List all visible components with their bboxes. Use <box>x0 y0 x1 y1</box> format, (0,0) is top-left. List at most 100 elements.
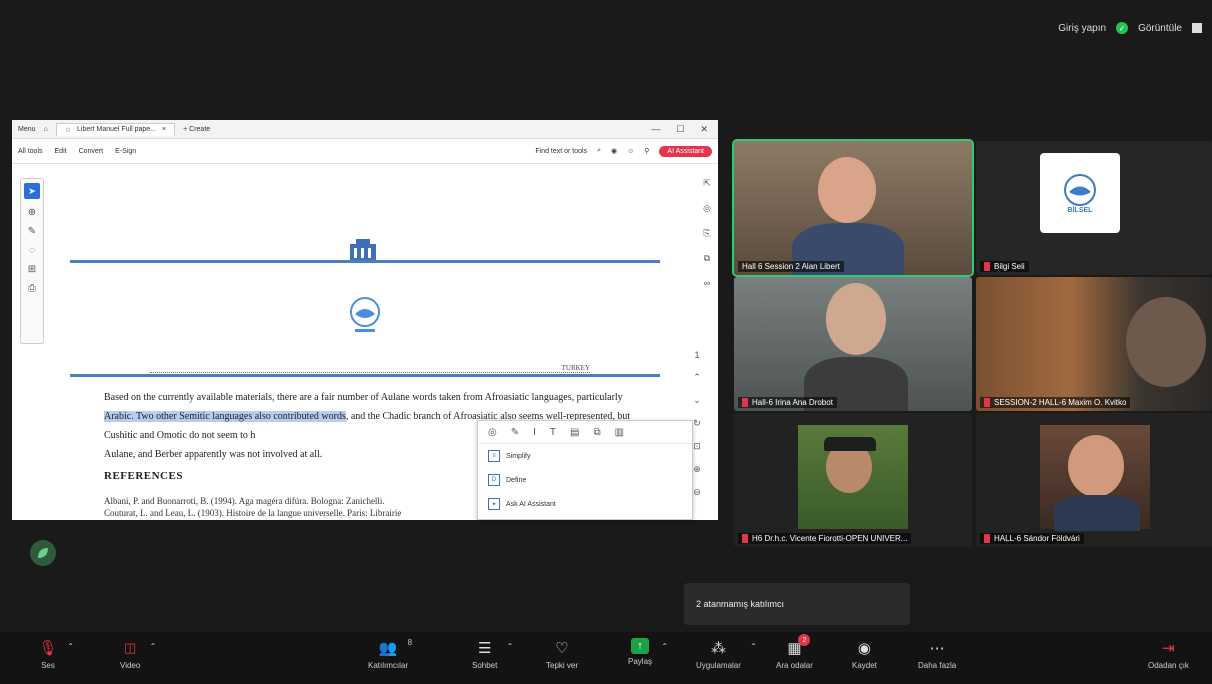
view-grid-icon[interactable] <box>1192 23 1202 33</box>
video-tile-maxim[interactable]: SESSION-2 HALL-6 Maxim O. Kvitko <box>976 277 1212 411</box>
page-up-icon[interactable]: ⌃ <box>693 372 701 383</box>
create-tab[interactable]: + Create <box>183 126 210 133</box>
mic-muted-icon <box>742 398 748 407</box>
ai-assistant-button[interactable]: AI Assistant <box>659 145 712 157</box>
window-close-icon[interactable]: ✕ <box>700 124 708 135</box>
video-label: Video <box>120 661 141 670</box>
window-controls: — ☐ ✕ <box>651 124 718 135</box>
view-icon[interactable]: ◉ <box>611 147 617 155</box>
apps-button[interactable]: ⁂ Uygulamalar ⌃ <box>696 638 757 670</box>
acrobat-menubar: All tools Edit Convert E-Sign Find text … <box>12 139 718 164</box>
popup-ask-ai[interactable]: ✦ Ask AI Assistant <box>478 492 692 516</box>
pages-icon[interactable]: ⎘ <box>703 228 710 239</box>
video-caret-icon[interactable]: ⌃ <box>150 642 157 651</box>
participants-button[interactable]: 👥 Katılımcılar 8 <box>368 638 412 670</box>
video-tile-vicente[interactable]: H6 Dr.h.c. Vicente Fiorotti-OPEN UNIVER.… <box>734 413 972 547</box>
shield-check-icon[interactable]: ✓ <box>1116 22 1129 34</box>
self-avatar[interactable] <box>30 540 56 566</box>
menu-all-tools[interactable]: All tools <box>18 148 43 155</box>
share-screen-icon: ↑ <box>631 638 649 654</box>
minimize-icon[interactable]: — <box>651 124 660 135</box>
comment-icon[interactable]: ☺ <box>627 148 634 155</box>
acrobat-tabbar: Menu ⌂ ☆ Libert Manuel Full pape... × + … <box>12 120 718 139</box>
mic-muted-icon <box>984 398 990 407</box>
zoom-out-icon[interactable]: ⊖ <box>693 487 701 498</box>
home-icon[interactable]: ⌂ <box>44 126 48 133</box>
right-toolbar: ⇱ ◎ ⎘ ⧉ ∞ <box>700 178 714 288</box>
note-icon[interactable]: ▥ <box>615 427 624 438</box>
maximize-icon[interactable]: ☐ <box>676 124 684 135</box>
leave-button[interactable]: ⇥ Odadan çık <box>1148 638 1189 670</box>
page-rule <box>70 374 660 377</box>
video-button[interactable]: ◫ Video ⌃ <box>120 638 156 670</box>
stamp-tool-icon[interactable]: ⎙ <box>28 283 36 294</box>
notification-text: 2 atanmamış katılımcı <box>696 599 785 609</box>
unassigned-notification[interactable]: 2 atanmamış katılımcı <box>684 583 910 625</box>
find-field[interactable]: Find text or tools <box>535 148 587 155</box>
menu-tab[interactable]: Menu <box>18 126 36 133</box>
page-down-icon[interactable]: ⌄ <box>693 395 701 406</box>
close-icon[interactable]: × <box>162 126 166 134</box>
mic-muted-icon <box>742 534 748 543</box>
video-tile-sandor[interactable]: HALL-6 Sándor Földvári <box>976 413 1212 547</box>
breakout-button[interactable]: ▦ 2 Ara odalar <box>776 634 813 670</box>
zoom-tool-icon[interactable]: ⊕ <box>28 207 36 218</box>
text-cursor-icon[interactable]: I <box>533 427 536 438</box>
text-selection-popup: ◎ ✎ I T ▤ ⧉ ▥ ≡ Simplify D Define ✦ Ask AI … <box>477 420 693 520</box>
participants-icon: 👥 <box>378 640 398 657</box>
participant-name: H6 Dr.h.c. Vicente Fiorotti-OPEN UNIVER.… <box>738 533 912 544</box>
chat-caret-icon[interactable]: ⌃ <box>507 642 514 651</box>
mic-muted-icon <box>984 262 990 271</box>
share-button[interactable]: ↑ Paylaş ⌃ <box>628 638 668 666</box>
more-button[interactable]: ⋯ Daha fazla <box>918 638 956 670</box>
pen-tool-icon[interactable]: ✎ <box>28 226 36 237</box>
menu-esign[interactable]: E-Sign <box>115 148 136 155</box>
zoom-in-icon[interactable]: ⊕ <box>693 464 701 475</box>
view-label[interactable]: Görüntüle <box>1138 23 1182 34</box>
highlight-icon[interactable]: ▤ <box>570 427 579 438</box>
popup-simplify-label: Simplify <box>506 452 531 460</box>
react-button[interactable]: ♡ Tepki ver <box>546 638 578 670</box>
comment-pane-icon[interactable]: ◎ <box>703 203 711 214</box>
bilsel-globe-icon <box>1064 173 1096 206</box>
menu-convert[interactable]: Convert <box>79 148 104 155</box>
participant-face <box>818 157 876 223</box>
record-icon: ◉ <box>857 640 871 657</box>
menu-edit[interactable]: Edit <box>55 148 67 155</box>
search-icon[interactable]: ⌕ <box>597 147 601 155</box>
share-caret-icon[interactable]: ⌃ <box>661 642 668 651</box>
lasso-tool-icon[interactable]: ◌ <box>29 245 35 256</box>
select-tool-icon[interactable]: ➤ <box>24 183 40 199</box>
export-icon[interactable]: ⇱ <box>703 178 711 189</box>
chat-button[interactable]: ☰ Sohbet ⌃ <box>472 638 513 670</box>
copy-popup-icon[interactable]: ⧉ <box>593 427 600 438</box>
link-pane-icon[interactable]: ∞ <box>704 278 710 288</box>
strikethrough-icon[interactable]: T <box>550 427 556 438</box>
popup-simplify[interactable]: ≡ Simplify <box>478 444 692 468</box>
record-button[interactable]: ◉ Kaydet <box>852 638 877 670</box>
video-tile-bilgi[interactable]: BİLSEL Bilgi Seli <box>976 141 1212 275</box>
popup-ask-ai-label: Ask AI Assistant <box>506 500 556 508</box>
video-tile-irina[interactable]: Hall-6 Irina Ana Drobot <box>734 277 972 411</box>
participant-name: Hall-6 Irina Ana Drobot <box>738 397 837 408</box>
document-tab[interactable]: ☆ Libert Manuel Full pape... × <box>55 122 176 136</box>
audio-button[interactable]: 🎙 Ses ⌃ <box>38 638 74 670</box>
refresh-icon[interactable]: ↻ <box>693 418 701 429</box>
define-icon: D <box>488 474 500 486</box>
text-box-tool-icon[interactable]: ⊞ <box>28 264 36 275</box>
video-tile-alan[interactable]: Hall 6 Session 2 Alan Libert <box>732 139 974 277</box>
signin-label[interactable]: Giriş yapın <box>1058 23 1106 34</box>
record-label: Kaydet <box>852 661 877 670</box>
highlighted-text[interactable]: Arabic. Two other Semitic languages also… <box>104 411 346 422</box>
audio-label: Ses <box>41 661 55 670</box>
more-label: Daha fazla <box>918 661 957 670</box>
ai-icon[interactable]: ◎ <box>488 427 497 438</box>
popup-define[interactable]: D Define <box>478 468 692 492</box>
fit-page-icon[interactable]: ⊡ <box>693 441 701 452</box>
copy-icon[interactable]: ⧉ <box>704 253 710 264</box>
pencil-icon[interactable]: ✎ <box>511 427 519 438</box>
page-number-icon[interactable]: 1 <box>694 350 699 360</box>
apps-caret-icon[interactable]: ⌃ <box>750 642 757 651</box>
link-icon[interactable]: ⚲ <box>644 147 649 155</box>
audio-caret-icon[interactable]: ⌃ <box>67 642 74 651</box>
